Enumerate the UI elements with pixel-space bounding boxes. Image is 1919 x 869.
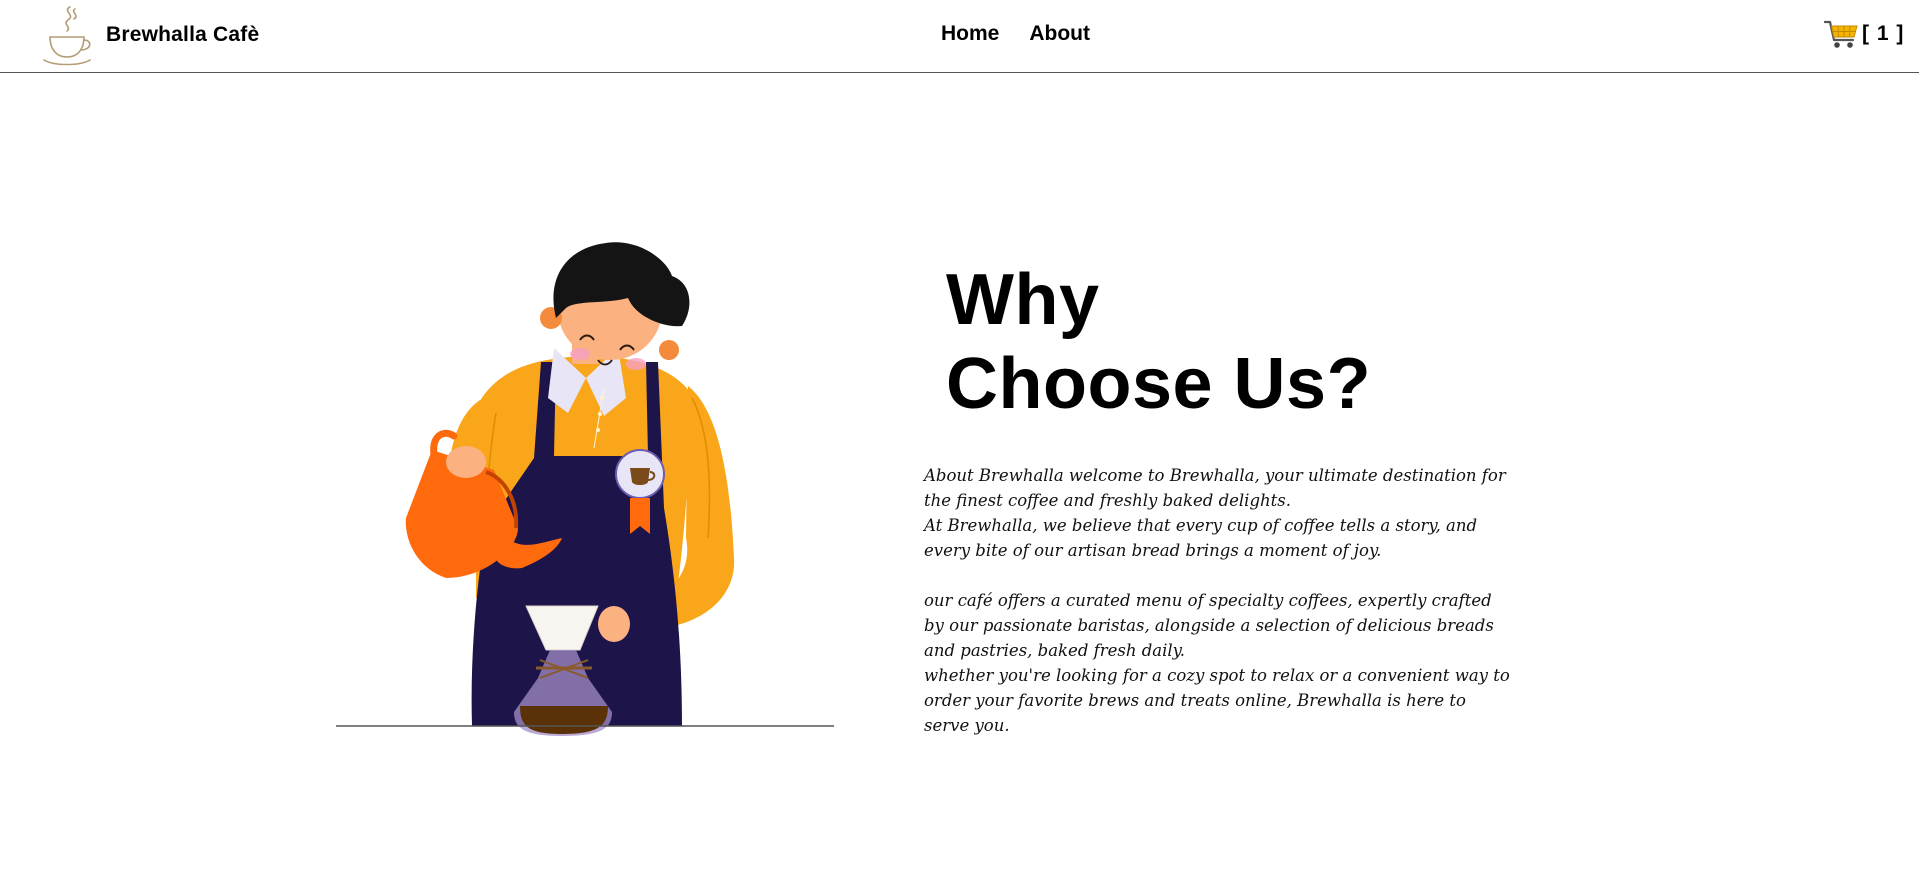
shopping-cart-icon	[1824, 20, 1858, 48]
about-paragraph-1a: About Brewhalla welcome to Brewhalla, yo…	[924, 466, 1506, 510]
about-paragraph-2b: whether you're looking for a cozy spot t…	[924, 666, 1510, 735]
nav-about-link[interactable]: About	[1029, 22, 1090, 46]
brand-name: Brewhalla Cafè	[106, 23, 260, 46]
about-description: About Brewhalla welcome to Brewhalla, yo…	[924, 463, 1510, 738]
cart-count: [ 1 ]	[1862, 22, 1905, 45]
about-paragraph-1b: At Brewhalla, we believe that every cup …	[924, 516, 1478, 560]
page-title-line-1: Why	[946, 260, 1100, 340]
page-title: Why Choose Us?	[946, 258, 1371, 426]
page-title-line-2: Choose Us?	[946, 344, 1372, 424]
coffee-cup-logo-icon	[43, 6, 91, 66]
brand-link[interactable]: Brewhalla Cafè	[40, 2, 259, 68]
barista-pouring-coffee-illustration	[336, 242, 834, 736]
navbar: Brewhalla Cafè Home About [ 1 ]	[0, 0, 1919, 73]
main-nav: Home About	[941, 22, 1090, 46]
page: Brewhalla Cafè Home About [ 1 ] Why Choo…	[0, 0, 1919, 869]
about-paragraph-2a: our café offers a curated menu of specia…	[924, 591, 1494, 660]
cart-button[interactable]: [ 1 ]	[1824, 16, 1904, 52]
nav-home-link[interactable]: Home	[941, 22, 999, 46]
